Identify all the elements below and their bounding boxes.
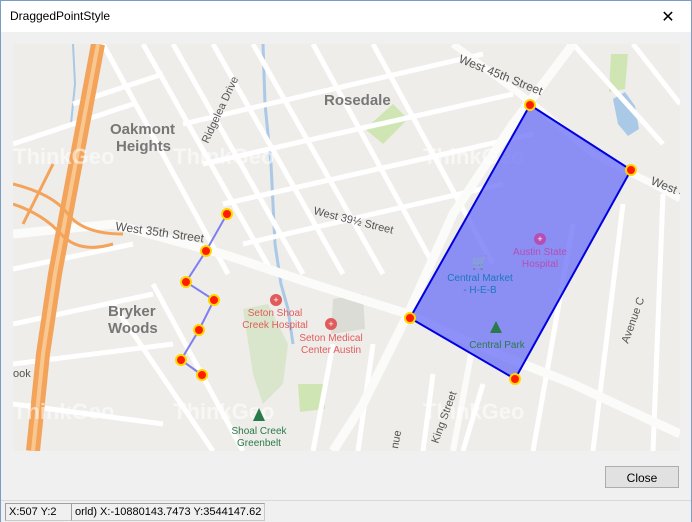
svg-text:+: + [273,295,278,305]
svg-text:ook: ook [13,368,31,380]
vertex-handle [221,208,233,220]
svg-text:Oakmont: Oakmont [110,121,175,138]
svg-text:Center Austin: Center Austin [301,345,361,356]
vertex-handle [175,354,187,366]
svg-text:Greenbelt: Greenbelt [237,438,281,449]
svg-text:Central Market: Central Market [447,273,513,284]
svg-text:Austin State: Austin State [513,247,567,258]
title-bar: DraggedPointStyle ✕ [1,1,691,32]
svg-text:ThinkGeo: ThinkGeo [13,399,114,424]
vertex-handle [524,99,536,111]
vertex-handle [180,276,192,288]
vertex-handle [200,245,212,257]
svg-text:Seton Medical: Seton Medical [299,333,362,344]
svg-text:Shoal Creek: Shoal Creek [231,426,287,437]
world-coordinates: orld) X:-10880143.7473 Y:3544147.62 [71,503,265,521]
svg-text:Creek Hospital: Creek Hospital [242,320,308,331]
window-close-icon[interactable]: ✕ [645,1,691,32]
svg-text:Rosedale: Rosedale [324,92,391,109]
svg-text:Woods: Woods [108,320,158,337]
map-view[interactable]: ThinkGeo ThinkGeo ThinkGeo ThinkGeo Thin… [13,44,680,451]
status-bar: X:507 Y:2 orld) X:-10880143.7473 Y:35441… [1,500,691,522]
svg-text:Central Park: Central Park [469,340,526,351]
shopping-cart-icon: 🛒 [472,255,488,270]
screen-coordinates: X:507 Y:2 [5,503,72,521]
window-title: DraggedPointStyle [10,9,111,23]
vertex-handle [625,164,637,176]
map-canvas[interactable]: ThinkGeo ThinkGeo ThinkGeo ThinkGeo Thin… [13,44,680,451]
vertex-handle [208,294,220,306]
dialog-window: DraggedPointStyle ✕ ThinkGeo ThinkGeo Th… [0,0,692,522]
svg-text:ThinkGeo: ThinkGeo [13,144,114,169]
svg-text:ThinkGeo: ThinkGeo [173,144,274,169]
svg-text:+: + [328,319,333,329]
svg-text:Heights: Heights [116,138,171,155]
vertex-handle [196,369,208,381]
svg-text:Seton Shoal: Seton Shoal [248,308,303,319]
vertex-handle [404,312,416,324]
svg-text:- H-E-B: - H-E-B [463,285,497,296]
svg-text:Hospital: Hospital [522,259,558,270]
svg-text:+: + [537,234,542,244]
svg-text:Bryker: Bryker [108,303,156,320]
close-button[interactable]: Close [605,466,679,488]
vertex-handle [193,324,205,336]
vertex-handle [509,373,521,385]
